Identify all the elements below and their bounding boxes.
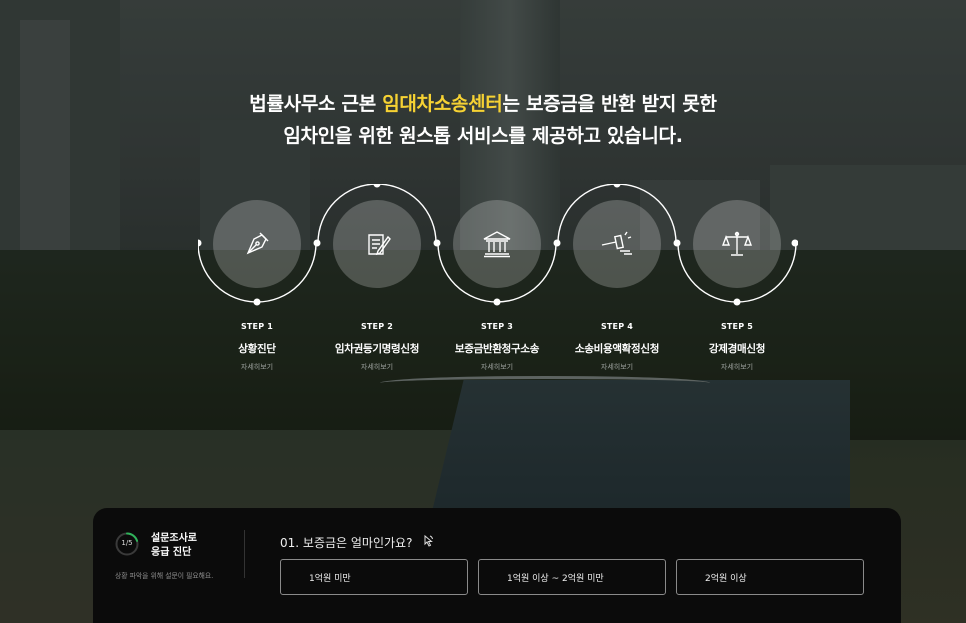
step-more-link[interactable]: 자세히보기 <box>437 362 557 372</box>
step-title: 임차권등기명령신청 <box>334 343 420 355</box>
hero-headline: 법률사무소 근본 임대차소송센터는 보증금을 반환 받지 못한 임차인을 위한 … <box>0 88 966 152</box>
mouse-pointer-icon <box>422 534 434 551</box>
survey-title-line2: 응급 진단 <box>151 547 192 558</box>
step-number: STEP 4 <box>600 322 634 331</box>
step-title: 소송비용액확정신청 <box>574 343 660 355</box>
courthouse-icon <box>453 200 541 288</box>
step-more-link[interactable]: 자세히보기 <box>677 362 797 372</box>
survey-title: 설문조사로 응급 진단 <box>151 532 197 560</box>
question-text: 01. 보증금은 얼마인가요? <box>280 536 413 550</box>
headline-line2: 임차인을 위한 원스톱 서비스를 제공하고 있습니다. <box>283 125 683 147</box>
survey-title-line1: 설문조사로 <box>151 533 197 544</box>
step-number: STEP 5 <box>720 322 754 331</box>
headline-text-cont: 는 보증금을 반환 받지 못한 <box>502 93 717 115</box>
step-1[interactable]: STEP 1 상황진단 자세히보기 <box>197 200 317 372</box>
survey-progress-label: 1/5 <box>121 539 133 547</box>
answer-options: 1억원 미만 1억원 이상 ~ 2억원 미만 2억원 이상 <box>280 559 864 595</box>
fountain-pen-icon <box>213 200 301 288</box>
headline-text: 법률사무소 근본 <box>249 93 383 115</box>
gavel-icon <box>573 200 661 288</box>
step-title: 상황진단 <box>238 343 276 355</box>
panel-divider <box>244 530 245 578</box>
step-5[interactable]: STEP 5 강제경매신청 자세히보기 <box>677 200 797 372</box>
step-number: STEP 1 <box>240 322 274 331</box>
document-pen-icon <box>333 200 421 288</box>
survey-panel: 1/5 설문조사로 응급 진단 상황 파악을 위해 설문이 필요해요. 01. … <box>93 508 901 623</box>
option-over-200m[interactable]: 2억원 이상 <box>676 559 864 595</box>
step-more-link[interactable]: 자세히보기 <box>557 362 677 372</box>
step-3[interactable]: STEP 3 보증금반환청구소송 자세히보기 <box>437 200 557 372</box>
survey-description: 상황 파악을 위해 설문이 필요해요. <box>115 572 214 580</box>
step-number: STEP 3 <box>480 322 514 331</box>
step-2[interactable]: STEP 2 임차권등기명령신청 자세히보기 <box>317 200 437 372</box>
headline-highlight: 임대차소송센터 <box>382 93 503 115</box>
step-4[interactable]: STEP 4 소송비용액확정신청 자세히보기 <box>557 200 677 372</box>
survey-question: 01. 보증금은 얼마인가요? <box>280 534 434 551</box>
option-under-100m[interactable]: 1억원 미만 <box>280 559 468 595</box>
step-title: 보증금반환청구소송 <box>454 343 540 355</box>
option-100m-to-200m[interactable]: 1억원 이상 ~ 2억원 미만 <box>478 559 666 595</box>
scales-icon <box>693 200 781 288</box>
step-number: STEP 2 <box>360 322 394 331</box>
step-title: 강제경매신청 <box>708 343 766 355</box>
step-more-link[interactable]: 자세히보기 <box>197 362 317 372</box>
step-more-link[interactable]: 자세히보기 <box>317 362 437 372</box>
process-steps: STEP 1 상황진단 자세히보기 STEP 2 임차권등기명령신청 자세히보기… <box>198 184 798 384</box>
